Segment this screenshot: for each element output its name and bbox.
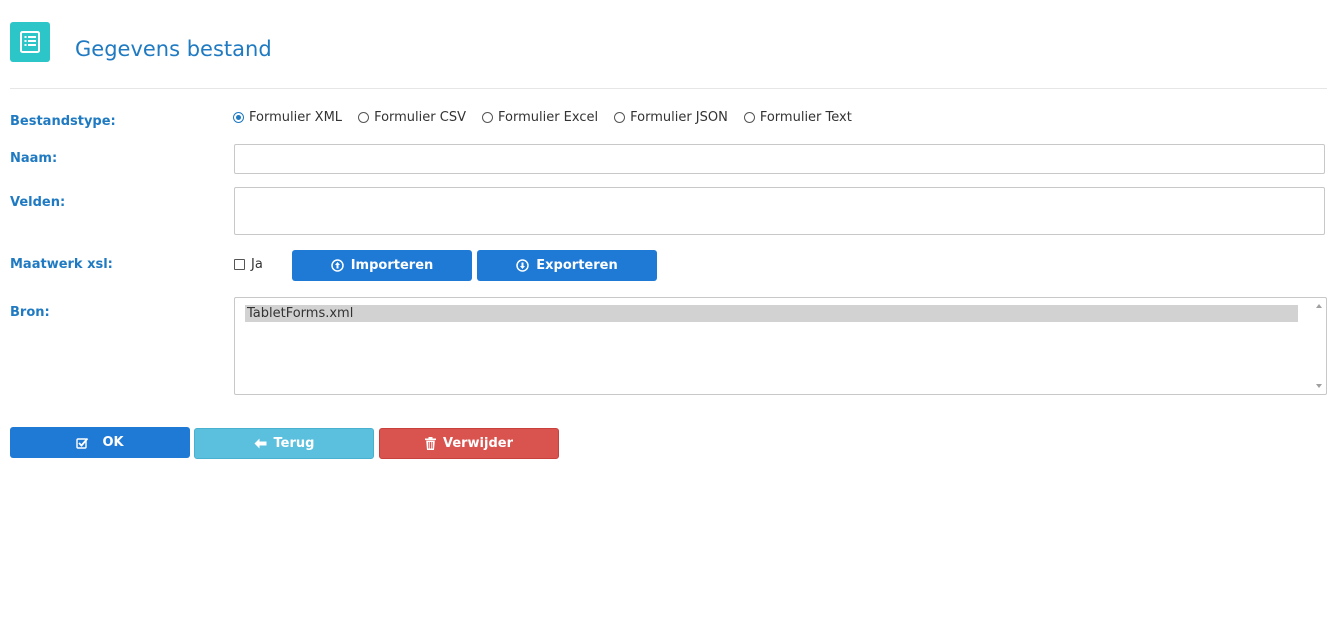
ok-button[interactable]: OK [10, 427, 190, 458]
radio-formulier-excel[interactable]: Formulier Excel [481, 109, 599, 125]
bron-label: Bron: [10, 305, 50, 320]
radio-formulier-xml[interactable]: Formulier XML [233, 110, 342, 125]
radio-label: Formulier JSON [630, 109, 728, 125]
radio-formulier-csv[interactable]: Formulier CSV [358, 110, 466, 125]
bestandstype-label: Bestandstype: [10, 114, 116, 129]
velden-label: Velden: [10, 195, 66, 210]
naam-input[interactable] [234, 144, 1325, 174]
download-circle-icon [516, 259, 530, 272]
radio-button[interactable] [614, 111, 626, 123]
radio-button[interactable] [358, 111, 370, 123]
scroll-down-icon[interactable] [1316, 384, 1322, 388]
upload-circle-icon [330, 259, 344, 272]
arrow-left-icon [254, 438, 267, 449]
scroll-up-icon[interactable] [1316, 304, 1322, 308]
radio-button-checked[interactable] [233, 111, 244, 123]
page-title: Gegevens bestand [75, 37, 272, 61]
check-square-icon [76, 437, 89, 449]
naam-label: Naam: [10, 151, 58, 166]
bron-listbox[interactable]: TabletForms.xml [234, 297, 1327, 395]
radio-button[interactable] [743, 111, 755, 123]
scrollbar[interactable] [1312, 298, 1326, 394]
ok-button-label: OK [102, 435, 124, 450]
delete-button[interactable]: Verwijder [379, 428, 559, 459]
back-button-label: Terug [273, 436, 315, 451]
export-button[interactable]: Exporteren [477, 250, 657, 281]
checkbox-box[interactable] [234, 259, 245, 270]
delete-button-label: Verwijder [442, 436, 514, 451]
back-button[interactable]: Terug [194, 428, 374, 459]
import-button-label: Importeren [350, 258, 434, 273]
radio-label: Formulier Excel [497, 109, 599, 125]
checkbox-label: Ja [251, 257, 263, 272]
trash-icon [424, 437, 436, 450]
page-header: Gegevens bestand [10, 22, 1327, 89]
radio-button[interactable] [481, 111, 493, 123]
velden-textarea[interactable] [234, 187, 1325, 235]
radio-label: Formulier Text [759, 109, 852, 125]
list-document-icon [10, 22, 50, 62]
radio-label: Formulier XML [249, 109, 343, 125]
maatwerk-label: Maatwerk xsl: [10, 257, 113, 272]
radio-label: Formulier CSV [374, 109, 466, 125]
radio-formulier-text[interactable]: Formulier Text [743, 109, 852, 125]
export-button-label: Exporteren [536, 258, 618, 273]
list-item[interactable]: TabletForms.xml [245, 305, 1298, 322]
import-button[interactable]: Importeren [292, 250, 472, 281]
maatwerk-checkbox[interactable]: Ja [234, 257, 263, 272]
bestandstype-radio-group: Formulier XML Formulier CSV Formulier Ex… [233, 108, 868, 126]
radio-formulier-json[interactable]: Formulier JSON [614, 110, 728, 125]
